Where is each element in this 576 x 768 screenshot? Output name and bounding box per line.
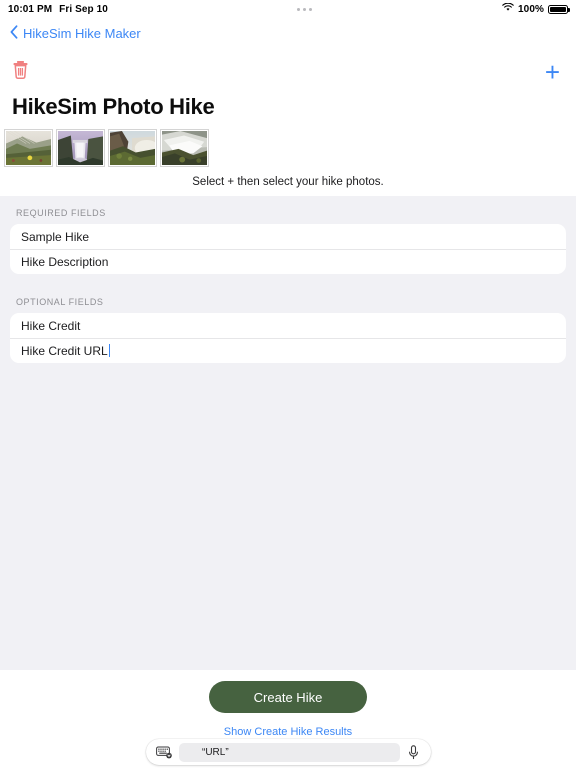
status-time: 10:01 PM — [8, 3, 53, 15]
page-title: HikeSim Photo Hike — [12, 94, 215, 119]
optional-fields-header: OPTIONAL FIELDS — [16, 297, 104, 307]
hike-credit-url-value: Hike Credit URL — [21, 343, 108, 358]
photo-strip — [0, 120, 576, 167]
suggestion-1[interactable]: “URL” — [179, 747, 253, 758]
navigation-bar: HikeSim Hike Maker — [0, 18, 576, 48]
hike-name-field[interactable]: Sample Hike — [10, 224, 566, 249]
form-area: REQUIRED FIELDS Sample Hike Hike Descrip… — [0, 196, 576, 670]
hike-credit-field[interactable]: Hike Credit — [10, 313, 566, 338]
status-bar: 10:01 PM Fri Sep 10 100% — [0, 0, 576, 18]
trash-icon[interactable] — [12, 60, 29, 84]
hike-credit-value: Hike Credit — [21, 318, 81, 333]
keyboard-bar-inner: “URL” — [145, 739, 431, 765]
hike-description-field[interactable]: Hike Description — [10, 249, 566, 274]
hike-photo-4[interactable] — [160, 129, 209, 167]
chevron-left-icon — [10, 24, 18, 42]
hike-credit-url-field[interactable]: Hike Credit URL — [10, 338, 566, 363]
keyboard-dismiss-icon[interactable] — [155, 746, 173, 759]
hike-photo-3[interactable] — [108, 129, 157, 167]
optional-fields-card: Hike Credit Hike Credit URL — [10, 313, 566, 363]
status-date: Fri Sep 10 — [59, 3, 108, 15]
required-fields-header: REQUIRED FIELDS — [16, 208, 106, 218]
keyboard-suggestion-bar: “URL” — [0, 736, 576, 768]
wifi-icon — [502, 2, 514, 15]
multitasking-dots-icon[interactable] — [297, 7, 313, 11]
microphone-icon[interactable] — [406, 744, 422, 760]
optional-fields-section: OPTIONAL FIELDS Hike Credit Hike Credit … — [0, 297, 576, 363]
status-bar-right: 100% — [502, 2, 570, 15]
status-bar-center — [108, 7, 502, 11]
back-button[interactable]: HikeSim Hike Maker — [10, 24, 141, 42]
ipad-screen: 10:01 PM Fri Sep 10 100% HikeSim Hike Ma… — [0, 0, 576, 768]
text-caret — [108, 344, 111, 357]
hike-toolbar: + — [0, 52, 576, 92]
hike-photo-1[interactable] — [4, 129, 53, 167]
predictive-suggestions: “URL” — [178, 742, 400, 762]
back-button-label: HikeSim Hike Maker — [23, 25, 141, 41]
hike-name-value: Sample Hike — [21, 229, 90, 244]
hike-description-value: Hike Description — [21, 254, 109, 269]
hike-photo-2[interactable] — [56, 129, 105, 167]
create-hike-button[interactable]: Create Hike — [209, 681, 367, 713]
required-fields-section: REQUIRED FIELDS Sample Hike Hike Descrip… — [0, 208, 576, 274]
footer-actions: Create Hike Show Create Hike Results — [0, 670, 576, 738]
plus-icon[interactable]: + — [545, 59, 564, 85]
photo-hint-text: Select + then select your hike photos. — [192, 176, 384, 188]
status-bar-left: 10:01 PM Fri Sep 10 — [8, 4, 108, 15]
battery-icon — [548, 4, 570, 14]
battery-percent-label: 100% — [518, 3, 544, 15]
required-fields-card: Sample Hike Hike Description — [10, 224, 566, 274]
